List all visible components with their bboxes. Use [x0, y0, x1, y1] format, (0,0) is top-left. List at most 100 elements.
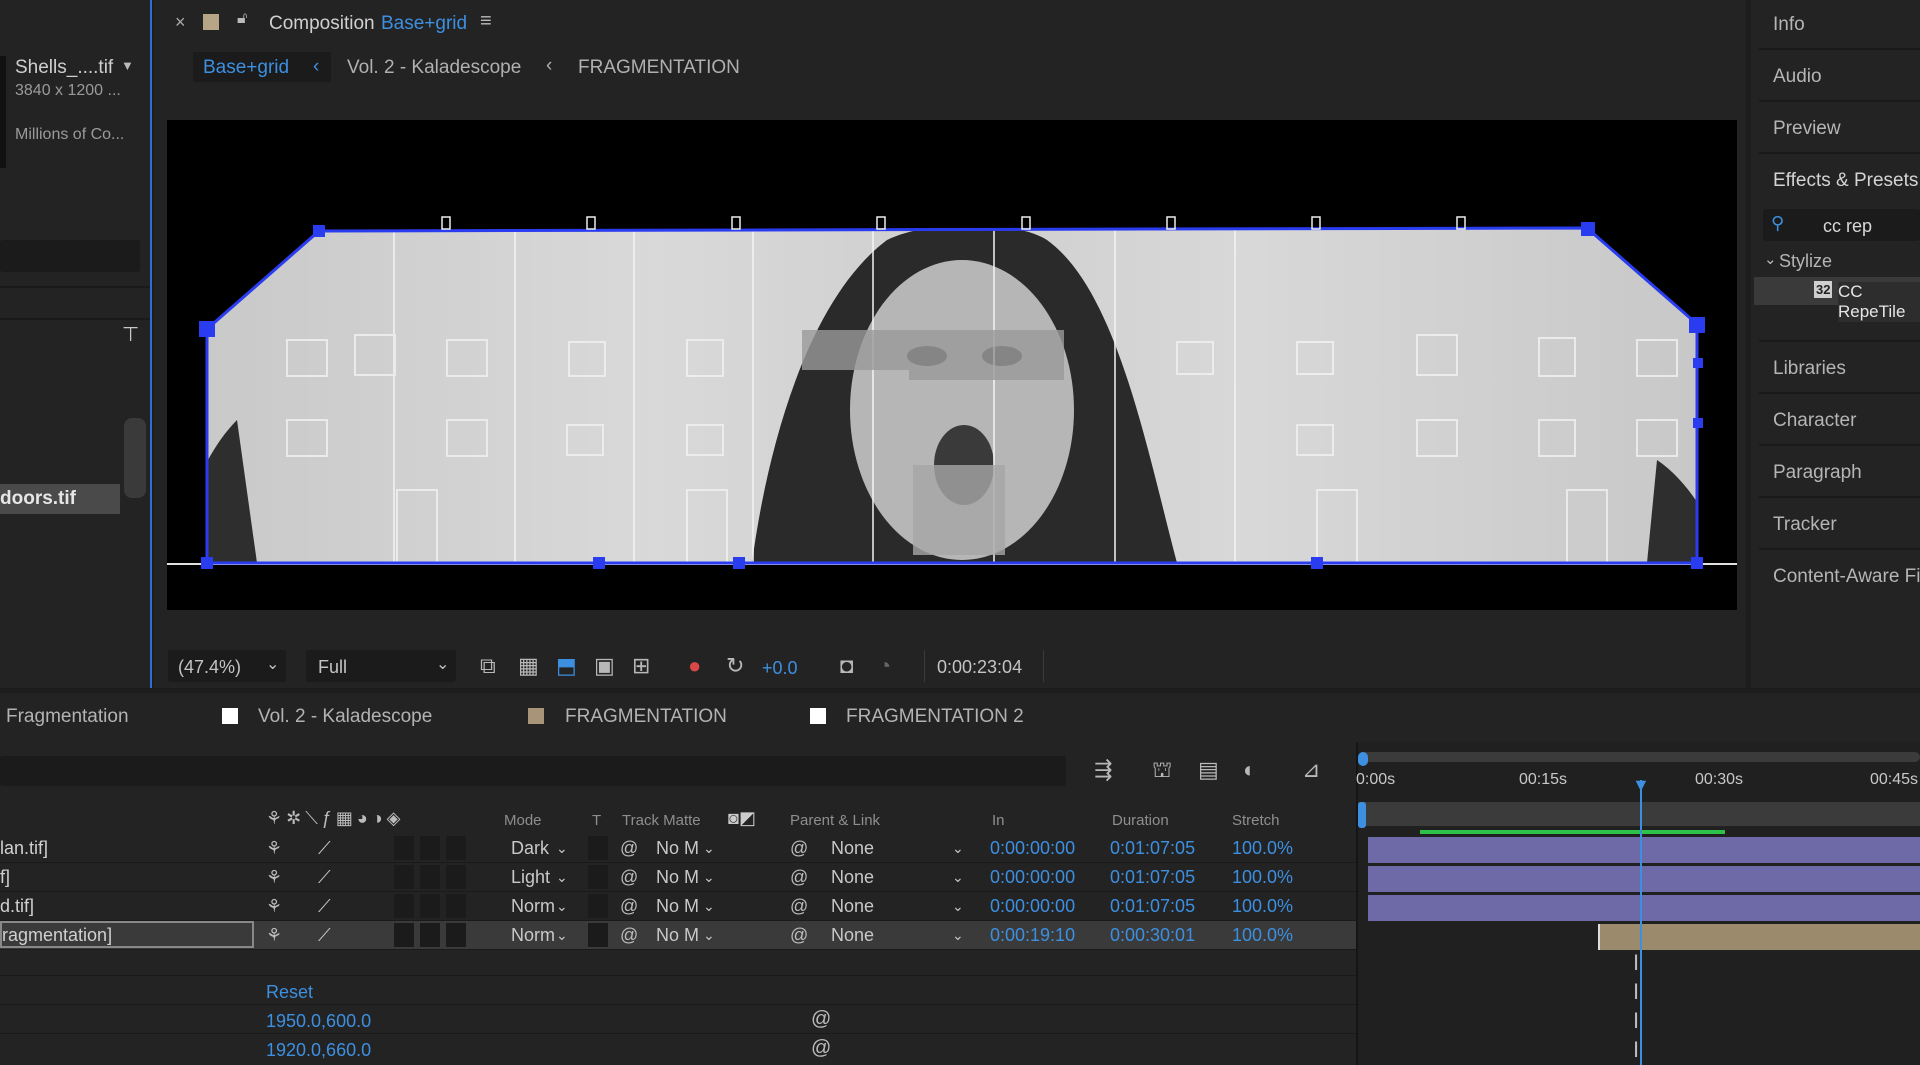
quality-icon[interactable]: ⟋ — [318, 892, 331, 921]
panel-effects-presets[interactable]: Effects & Presets — [1773, 170, 1918, 192]
switch-box[interactable] — [446, 894, 466, 918]
header-duration[interactable]: Duration — [1112, 812, 1169, 829]
effect-list-item[interactable]: 32 CC RepeTile — [1754, 277, 1920, 322]
breadcrumb-item[interactable]: FRAGMENTATION — [578, 57, 740, 79]
tab-fragmentation[interactable]: Fragmentation — [6, 706, 129, 728]
track-matte-dropdown[interactable]: No M — [656, 834, 699, 863]
grid-guides-icon[interactable]: ⊞ — [632, 654, 650, 678]
in-point[interactable]: 0:00:00:00 — [990, 863, 1075, 892]
switch-box[interactable] — [394, 894, 414, 918]
shy-icon[interactable]: ⚘ — [266, 863, 282, 892]
shy-icon[interactable]: ⚘ — [266, 921, 282, 950]
layer-bar[interactable] — [1368, 837, 1920, 863]
flowchart-icon[interactable]: ⊤ — [122, 322, 139, 347]
resolution-dropdown[interactable]: Full ⌄ — [306, 650, 456, 682]
panel-info[interactable]: Info — [1773, 14, 1805, 36]
layer-row[interactable]: d.tif] ⚘ ⟋ Norm ⌄ @ No M ⌄ @ None ⌄ 0:00:00:00 0:01:… — [0, 892, 1356, 921]
quality-icon[interactable]: ⟋ — [318, 834, 331, 863]
current-time-indicator[interactable] — [1640, 780, 1642, 1065]
frame-blending-icon[interactable]: ▤ — [1198, 758, 1219, 782]
pick-whip-icon[interactable]: @ — [620, 834, 638, 863]
pick-whip-icon[interactable]: @ — [620, 921, 638, 950]
duration-value[interactable]: 0:01:07:05 — [1110, 892, 1195, 921]
stretch-value[interactable]: 100.0% — [1232, 863, 1293, 892]
keyframe-icon[interactable]: I — [1633, 950, 1639, 976]
composition-flowchart-icon[interactable]: ⇶ — [1094, 758, 1112, 782]
track-matte-dropdown[interactable]: No M — [656, 892, 699, 921]
chevron-down-icon[interactable]: ⌄ — [1764, 250, 1777, 268]
pick-whip-icon[interactable]: @ — [790, 921, 808, 950]
switch-box[interactable] — [446, 836, 466, 860]
shy-icon[interactable]: ⚘ — [266, 892, 282, 921]
panel-preview[interactable]: Preview — [1773, 118, 1841, 140]
exposure-value[interactable]: +0.0 — [762, 658, 798, 679]
quality-icon[interactable]: ⟋ — [318, 863, 331, 892]
panel-paragraph[interactable]: Paragraph — [1773, 462, 1862, 484]
in-point[interactable]: 0:00:00:00 — [990, 892, 1075, 921]
breadcrumb-item-active[interactable]: Base+grid ‹ — [193, 52, 331, 82]
motion-blur-icon[interactable]: ◐ — [1243, 758, 1256, 782]
tab-fragmentation-2[interactable]: FRAGMENTATION 2 — [846, 706, 1024, 728]
panel-libraries[interactable]: Libraries — [1773, 358, 1846, 380]
reset-exposure-icon[interactable]: ↻ — [726, 654, 744, 678]
preserve-transparency-box[interactable] — [588, 894, 608, 918]
region-of-interest-icon[interactable]: ▣ — [594, 654, 615, 678]
transparency-grid-icon[interactable]: ▦ — [518, 654, 539, 678]
comp-canvas[interactable] — [167, 120, 1737, 610]
panel-character[interactable]: Character — [1773, 410, 1856, 432]
time-navigator-start-handle[interactable] — [1358, 752, 1368, 766]
breadcrumb-item[interactable]: Vol. 2 - Kaladescope — [347, 57, 521, 79]
preserve-transparency-box[interactable] — [588, 923, 608, 947]
camera-icon[interactable]: ◘ — [840, 654, 853, 678]
shy-icon[interactable]: ⚘ — [266, 834, 282, 863]
layer-row[interactable]: ragmentation] ⚘ ⟋ Norm ⌄ @ No M ⌄ @ None ⌄ 0:00:19:… — [0, 921, 1356, 950]
duration-value[interactable]: 0:00:30:01 — [1110, 921, 1195, 950]
keyframe-icon[interactable]: I — [1633, 1008, 1639, 1034]
graph-editor-icon[interactable]: ⊿ — [1302, 758, 1320, 782]
switch-box[interactable] — [420, 836, 440, 860]
tab-fragmentation-caps[interactable]: FRAGMENTATION — [565, 706, 727, 728]
work-area-range[interactable] — [1420, 830, 1725, 834]
panel-audio[interactable]: Audio — [1773, 66, 1822, 88]
pick-whip-icon[interactable]: @ — [620, 863, 638, 892]
parent-dropdown[interactable]: None — [831, 921, 874, 950]
header-in[interactable]: In — [992, 812, 1005, 829]
layer-name[interactable]: f] — [0, 863, 10, 892]
parent-dropdown[interactable]: None — [831, 834, 874, 863]
project-list-item-selected[interactable]: doors.tif — [0, 484, 120, 514]
header-parent-link[interactable]: Parent & Link — [790, 812, 880, 829]
switch-box[interactable] — [420, 894, 440, 918]
current-time-indicator-handle[interactable]: ▼ — [1632, 775, 1650, 796]
tab-kaladescope[interactable]: Vol. 2 - Kaladescope — [258, 706, 432, 728]
zoom-dropdown[interactable]: (47.4%) ⌄ — [168, 650, 286, 682]
panel-content-aware-fill[interactable]: Content-Aware Fill — [1773, 566, 1920, 588]
duration-value[interactable]: 0:01:07:05 — [1110, 834, 1195, 863]
stretch-value[interactable]: 100.0% — [1232, 921, 1293, 950]
shy-layers-icon[interactable]: ⛫ — [1152, 758, 1172, 782]
layer-name[interactable]: lan.tif] — [0, 834, 48, 863]
panel-tracker[interactable]: Tracker — [1773, 514, 1837, 536]
pick-whip-icon[interactable]: @ — [790, 892, 808, 921]
keyframe-icon[interactable]: I — [1633, 1037, 1639, 1063]
header-t[interactable]: T — [592, 812, 601, 829]
track-matte-dropdown[interactable]: No M — [656, 921, 699, 950]
project-item-name[interactable]: Shells_....tif — [15, 57, 113, 79]
keyframe-icon[interactable]: I — [1633, 979, 1639, 1005]
work-area-start-handle[interactable] — [1358, 802, 1366, 828]
layer-search-input[interactable] — [0, 756, 1066, 786]
layer-name[interactable]: ragmentation] — [0, 921, 254, 948]
in-point[interactable]: 0:00:19:10 — [990, 921, 1075, 950]
mode-dropdown[interactable]: Dark — [511, 834, 549, 863]
layer-name[interactable]: d.tif] — [0, 892, 34, 921]
mask-path-icon[interactable]: ⬒ — [556, 654, 577, 678]
show-snapshot-icon[interactable]: ◔ — [878, 654, 891, 678]
project-search-input[interactable] — [0, 240, 140, 272]
mode-dropdown[interactable]: Light — [511, 863, 550, 892]
chevron-down-icon[interactable]: ▼ — [121, 58, 134, 73]
work-area-bar[interactable] — [1358, 802, 1920, 826]
property-value-1[interactable]: 1950.0,600.0 — [266, 1011, 371, 1032]
current-time-display[interactable]: 0:00:23:04 — [924, 650, 1044, 682]
switch-box[interactable] — [394, 836, 414, 860]
preserve-transparency-box[interactable] — [588, 865, 608, 889]
parent-dropdown[interactable]: None — [831, 863, 874, 892]
